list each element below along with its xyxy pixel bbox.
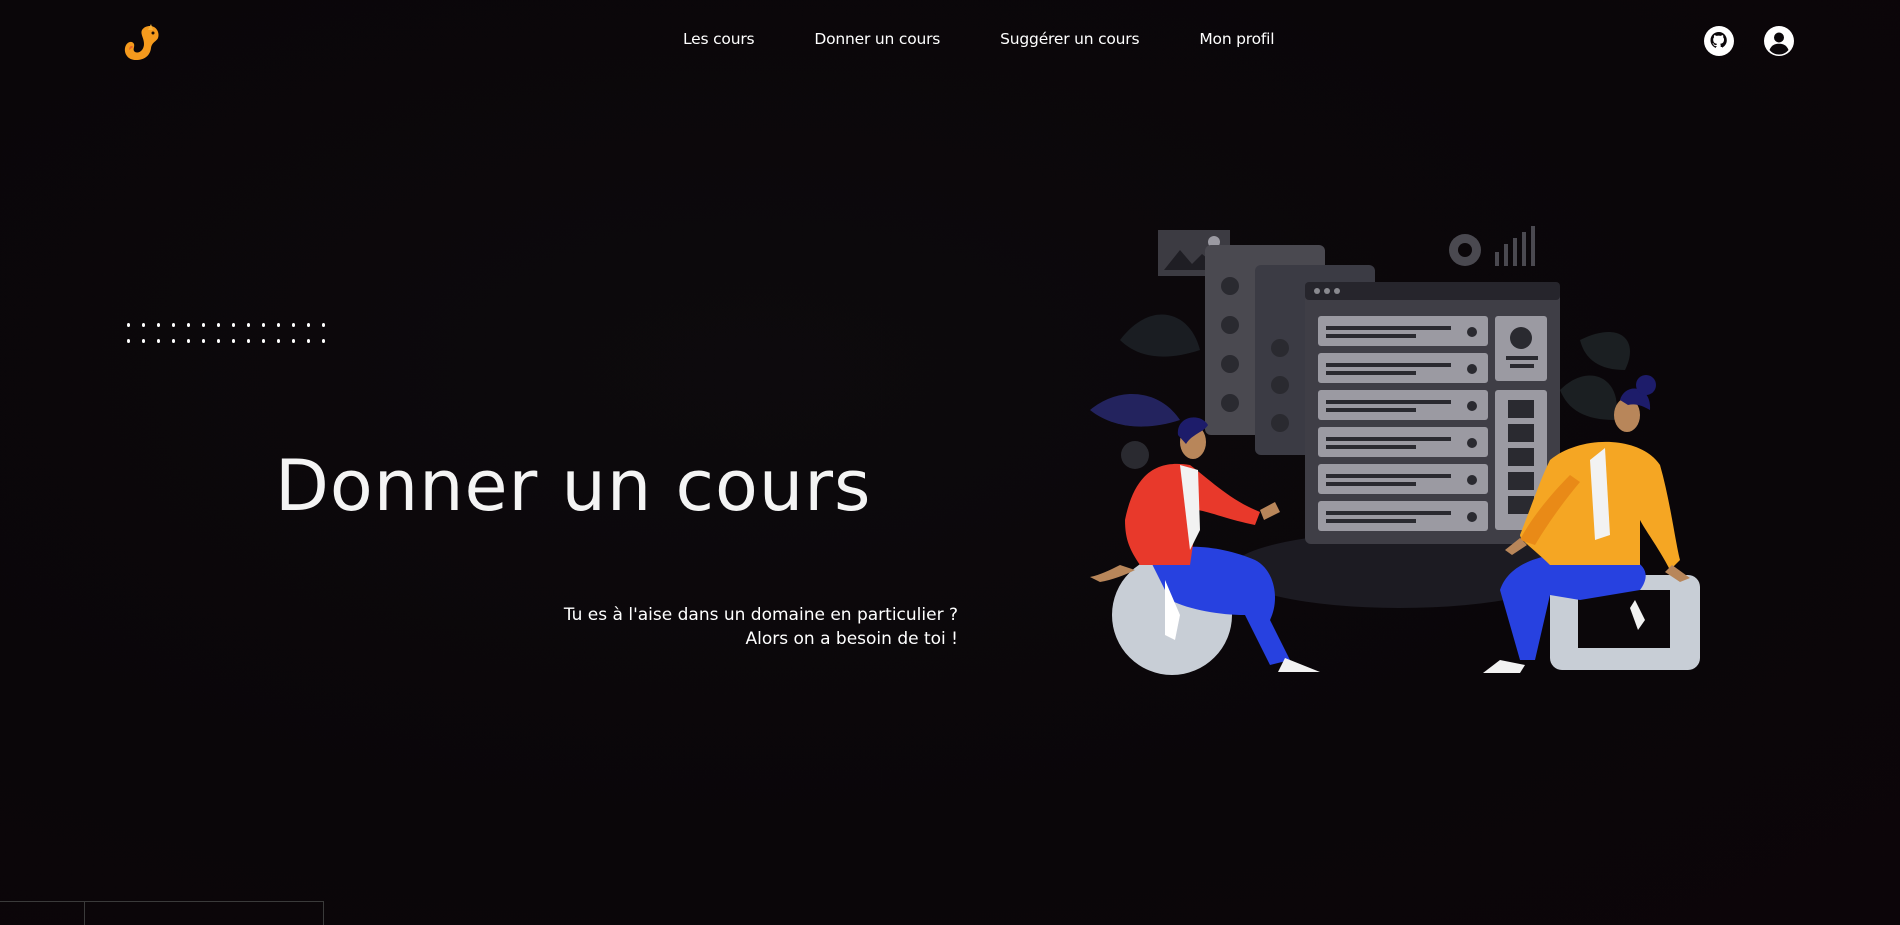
nav-link-les-cours[interactable]: Les cours — [683, 30, 755, 48]
nav-link-suggerer-un-cours[interactable]: Suggérer un cours — [1000, 30, 1139, 48]
two-people-dashboard-illustration — [1090, 226, 1700, 675]
nav-link-mon-profil[interactable]: Mon profil — [1199, 30, 1274, 48]
page-title: Donner un cours — [275, 445, 872, 527]
bottom-tab-2[interactable] — [85, 902, 324, 925]
bottom-tab-bar — [0, 901, 324, 925]
hero-subtitle: Tu es à l'aise dans un domaine en partic… — [564, 603, 958, 651]
github-icon[interactable] — [1703, 25, 1735, 57]
top-navbar: Les cours Donner un cours Suggérer un co… — [0, 0, 1900, 84]
bottom-tab-1[interactable] — [0, 902, 85, 925]
nav-link-donner-un-cours[interactable]: Donner un cours — [814, 30, 940, 48]
hero-subtitle-line-1: Tu es à l'aise dans un domaine en partic… — [563, 605, 958, 625]
squirrel-logo-icon[interactable] — [120, 20, 164, 64]
nav-links: Les cours Donner un cours Suggérer un co… — [683, 30, 1334, 48]
hero-subtitle-line-2: Alors on a besoin de toi ! — [745, 629, 958, 649]
user-circle-icon[interactable] — [1763, 25, 1795, 57]
decorative-dot-grid — [127, 323, 337, 355]
